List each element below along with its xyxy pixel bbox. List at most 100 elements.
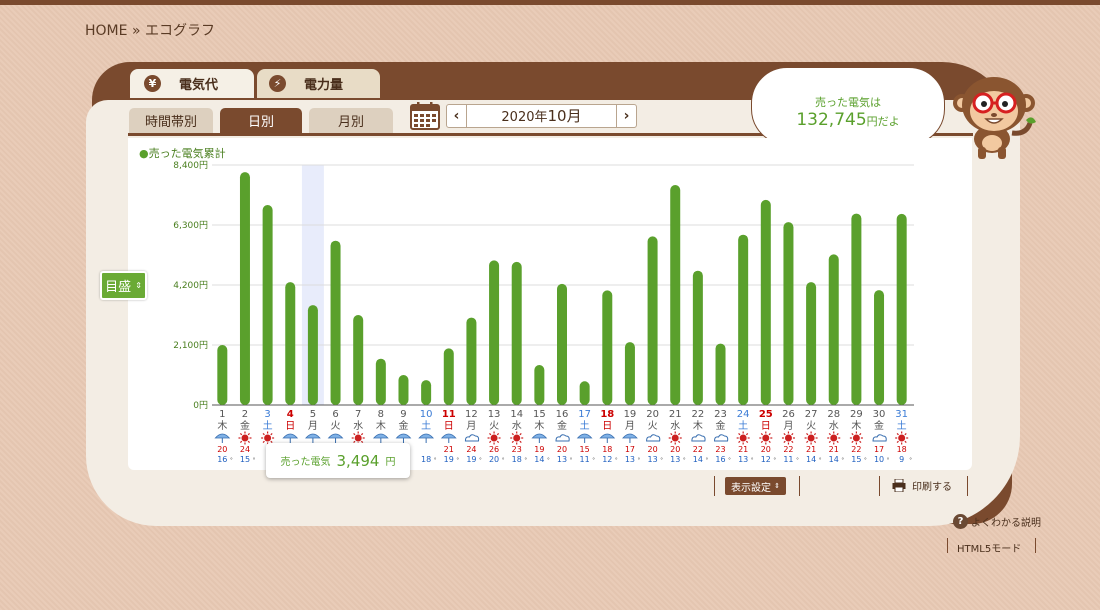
x-weekday-label: 水 [512, 420, 522, 432]
sun-icon [849, 431, 863, 445]
calendar-icon[interactable] [410, 102, 440, 130]
print-button[interactable]: 印刷する [892, 478, 952, 493]
bubble-amount: 132,745 [796, 110, 867, 130]
x-day-label: 14 [510, 409, 523, 420]
low-temp-label: 19 [444, 455, 454, 464]
footer-divider [947, 538, 948, 553]
x-weekday-label: 木 [534, 420, 544, 432]
bar [466, 317, 477, 405]
x-weekday-label: 金 [557, 419, 567, 432]
bubble-line1: 売った電気は [815, 96, 881, 109]
temp-unit-label: ° [683, 457, 686, 464]
x-weekday-label: 土 [738, 419, 748, 432]
y-tick-label: 2,100円 [173, 340, 208, 351]
prev-month-button[interactable]: ‹ [447, 105, 467, 127]
high-temp-label: 18 [602, 445, 612, 454]
low-temp-label: 16 [217, 455, 227, 464]
html5-mode-link[interactable]: HTML5モード [957, 540, 1021, 555]
low-temp-label: 15 [851, 455, 861, 464]
x-weekday-label: 日 [761, 421, 771, 432]
x-weekday-label: 火 [489, 420, 499, 432]
sun-icon [759, 431, 773, 445]
breadcrumb-home-link[interactable]: HOME [85, 23, 127, 39]
cloud-icon [646, 434, 661, 442]
temp-unit-label: ° [479, 457, 482, 464]
temp-unit-label: ° [864, 457, 867, 464]
subtab-time[interactable]: 時間帯別 [129, 108, 213, 133]
high-temp-label: 23 [715, 445, 725, 454]
umbrella-icon [327, 433, 344, 439]
low-temp-label: 14 [806, 455, 816, 464]
high-temp-label: 20 [670, 445, 680, 454]
temp-unit-label: ° [819, 457, 822, 464]
bar [602, 290, 613, 405]
bar [647, 236, 658, 405]
temp-unit-label: ° [252, 457, 255, 464]
temp-unit-label: ° [637, 457, 640, 464]
scale-select[interactable]: 目盛 ⇕ [100, 271, 147, 300]
high-temp-label: 19 [534, 445, 544, 454]
footer-divider [799, 476, 800, 496]
tab-denki[interactable]: ¥ 電気代 [130, 69, 254, 98]
bar [534, 365, 545, 405]
x-day-label: 25 [759, 409, 773, 420]
x-day-label: 17 [578, 409, 591, 420]
y-tick-label: 4,200円 [173, 280, 208, 291]
temp-unit-label: ° [705, 457, 708, 464]
x-day-label: 28 [827, 409, 840, 420]
bar [489, 260, 500, 405]
help-link[interactable]: ? よくわかる説明 [953, 514, 1041, 529]
x-weekday-label: 月 [308, 420, 318, 432]
bar [262, 205, 273, 405]
low-temp-label: 19 [466, 455, 476, 464]
high-temp-label: 21 [806, 445, 816, 454]
x-day-label: 18 [600, 409, 614, 420]
bar [398, 375, 409, 405]
footer-divider [879, 476, 880, 496]
low-temp-label: 14 [534, 455, 544, 464]
x-day-label: 4 [287, 409, 294, 420]
sun-icon [668, 431, 682, 445]
daily-bar-chart: 8,400円6,300円4,200円2,100円0円1木2016 °2金2415 °… [173, 160, 914, 464]
x-weekday-label: 土 [263, 419, 273, 432]
x-weekday-label: 火 [806, 420, 816, 432]
low-temp-label: 14 [829, 455, 839, 464]
subtab-day[interactable]: 日別 [220, 108, 302, 133]
x-weekday-label: 日 [602, 421, 612, 432]
lightning-icon: ⚡ [269, 75, 286, 92]
sun-icon [781, 431, 795, 445]
current-month-value: 10月 [547, 107, 582, 125]
subtab-month[interactable]: 月別 [309, 108, 393, 133]
low-temp-label: 11 [783, 455, 793, 464]
breadcrumb: HOME » エコグラフ [85, 20, 215, 40]
low-temp-label: 13 [625, 455, 635, 464]
next-month-button[interactable]: › [616, 105, 636, 127]
x-day-label: 7 [355, 409, 361, 420]
bubble-unit: 円だよ [866, 115, 900, 128]
x-weekday-label: 水 [670, 420, 680, 432]
sun-icon [895, 431, 909, 445]
umbrella-icon [395, 433, 412, 439]
tab-ryo[interactable]: ⚡ 電力量 [257, 69, 380, 98]
x-day-label: 12 [465, 409, 478, 420]
x-weekday-label: 木 [376, 420, 386, 432]
temp-unit-label: ° [592, 457, 595, 464]
x-day-label: 24 [737, 409, 750, 420]
x-day-label: 22 [692, 409, 705, 420]
high-temp-label: 20 [647, 445, 657, 454]
high-temp-label: 22 [783, 445, 793, 454]
tab-denki-label: 電気代 [179, 78, 219, 93]
x-day-label: 2 [242, 409, 248, 420]
temp-unit-label: ° [887, 457, 890, 464]
low-temp-label: 13 [738, 455, 748, 464]
cloud-icon [555, 434, 570, 442]
umbrella-icon [622, 433, 638, 439]
help-label: よくわかる説明 [971, 518, 1041, 529]
display-settings-button[interactable]: 表示設定 ⇕ [725, 477, 786, 495]
bar [511, 261, 522, 405]
x-day-label: 20 [646, 409, 659, 420]
high-temp-label: 18 [897, 445, 907, 454]
top-bar [0, 0, 1100, 5]
sun-icon [827, 431, 841, 445]
bar [557, 283, 567, 405]
